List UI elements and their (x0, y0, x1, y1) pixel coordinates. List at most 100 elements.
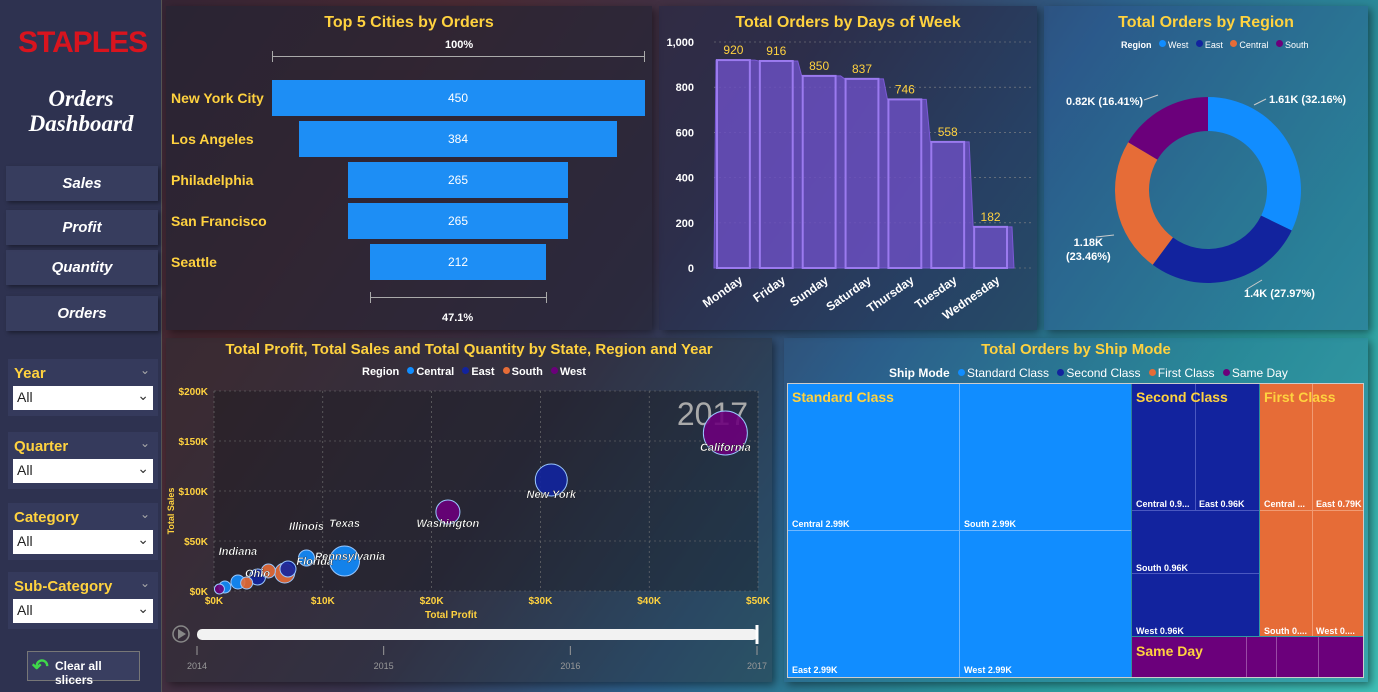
funnel-bottom-tick-right (546, 292, 547, 303)
days-category-label: Monday (700, 273, 745, 311)
days-value-label: 850 (809, 59, 829, 73)
legend-first: First Class (1157, 366, 1215, 380)
days-value-label: 558 (938, 125, 958, 139)
days-category-label: Friday (750, 273, 788, 305)
treemap-divider (1132, 573, 1259, 574)
scatter-point-label: Texas (329, 518, 360, 530)
legend-standard: Standard Class (967, 366, 1050, 380)
funnel-bar[interactable]: 265 (348, 203, 568, 239)
play-axis-year: 2017 (747, 661, 767, 671)
funnel-bar[interactable]: 450 (271, 80, 645, 116)
treemap-divider (1246, 637, 1247, 677)
scatter-ytick: $200K (179, 387, 209, 398)
sub-category-slicer-label: Sub-Category (14, 578, 113, 595)
funnel-bar[interactable]: 212 (370, 244, 546, 280)
top-cities-title: Top 5 Cities by Orders (324, 14, 494, 31)
scatter-xtick: $50K (746, 596, 771, 607)
legend-east: East (471, 366, 495, 378)
donut-label-west: 1.61K (32.16%) (1269, 94, 1347, 106)
play-triangle-icon (178, 629, 186, 639)
donut-label-central-pct: (23.46%) (1066, 251, 1111, 263)
funnel-bottom-tick-left (370, 292, 371, 303)
scatter-ytick: $50K (184, 537, 209, 548)
region-title: Total Orders by Region (1118, 14, 1294, 31)
donut-slice-central (1115, 142, 1173, 265)
legend-dot (1195, 40, 1203, 47)
year-dropdown[interactable]: All ⌄ (13, 386, 153, 410)
scatter-title: Total Profit, Total Sales and Total Quan… (225, 341, 713, 358)
scatter-ytick: $0K (190, 587, 209, 598)
scatter-xtick: $10K (311, 596, 336, 607)
sidebar: STAPLES Orders Dashboard Sales Profit Qu… (0, 0, 162, 692)
year-slicer: Year ⌄ All ⌄ (8, 359, 158, 416)
region-legend-title: Region (1121, 40, 1152, 50)
clear-slicers-button[interactable]: ↶ Clear all slicers (27, 651, 140, 687)
legend-dot (958, 369, 966, 376)
funnel-top-tick-right (644, 51, 645, 62)
sub-category-dropdown[interactable]: All ⌄ (13, 599, 153, 623)
chevron-down-icon[interactable]: ⌄ (140, 363, 150, 377)
treemap-sec-central: Central 0.9... (1136, 499, 1190, 509)
legend-dot (1159, 40, 1167, 47)
treemap-fst-east: East 0.79K (1316, 499, 1362, 509)
treemap-divider (1318, 637, 1319, 677)
treemap-second-header: Second Class (1136, 389, 1228, 405)
scatter-chart: $0K $10K $20K $30K $40K $50K$0K$50K$100K$150K… (166, 387, 771, 671)
legend-dot (1275, 40, 1283, 47)
category-value: All (17, 533, 33, 549)
category-dropdown[interactable]: All ⌄ (13, 530, 153, 554)
days-value-label: 837 (852, 62, 872, 76)
funnel-bar[interactable]: 384 (298, 121, 618, 157)
nav-quantity-button[interactable]: Quantity (6, 250, 158, 285)
staples-logo: STAPLES (18, 26, 148, 59)
treemap-same-day-header: Same Day (1136, 643, 1203, 659)
legend-same: Same Day (1231, 366, 1288, 380)
days-category-label: Thursday (864, 273, 917, 316)
legend-dot (1148, 369, 1156, 376)
nav-profit-button[interactable]: Profit (6, 210, 158, 245)
chevron-down-icon[interactable]: ⌄ (140, 507, 150, 521)
legend-west: West (559, 366, 586, 378)
days-value-label: 182 (981, 210, 1001, 224)
donut-label-central-value: 1.18K (1073, 237, 1103, 249)
shipmode-legend: Ship Mode Standard Class Second Class Fi… (889, 366, 1288, 380)
donut-label-central: 1.18K (23.46%) (1066, 236, 1111, 264)
quarter-dropdown[interactable]: All ⌄ (13, 459, 153, 483)
scatter-point-label: Florida (296, 556, 333, 568)
treemap-divider (1276, 637, 1277, 677)
funnel-city-label: San Francisco (171, 213, 267, 229)
funnel-top-percent: 100% (445, 39, 474, 51)
chevron-down-icon[interactable]: ⌄ (140, 576, 150, 590)
legend-west: West (1168, 40, 1189, 50)
days-ytick: 600 (676, 127, 694, 139)
scatter-xtick: $20K (420, 596, 445, 607)
treemap-first-header: First Class (1264, 389, 1336, 405)
treemap-fst-central: Central ... (1264, 499, 1306, 509)
shipmode-title: Total Orders by Ship Mode (981, 341, 1171, 358)
chevron-down-icon: ⌄ (137, 460, 149, 476)
chevron-down-icon: ⌄ (137, 531, 149, 547)
funnel-city-label: Seattle (171, 254, 217, 270)
scatter-xtick: $40K (637, 596, 662, 607)
days-value-label: 916 (766, 44, 786, 58)
treemap: Standard Class Central 2.99K South 2.99K… (787, 383, 1364, 678)
scatter-ytick: $150K (179, 437, 209, 448)
legend-dot (462, 367, 470, 374)
legend-dot (502, 367, 510, 374)
scatter-point-label: Illinois (289, 521, 324, 533)
play-axis-track (197, 629, 758, 640)
legend-dot (1057, 369, 1065, 376)
play-axis-year: 2015 (374, 661, 394, 671)
legend-second: Second Class (1066, 366, 1141, 380)
treemap-standard-header: Standard Class (792, 389, 894, 405)
funnel-bar[interactable]: 265 (348, 162, 568, 198)
treemap-sec-west: West 0.96K (1136, 626, 1184, 636)
treemap-divider (788, 530, 1131, 531)
legend-dot (407, 367, 415, 374)
scatter-point-label: California (700, 442, 751, 454)
nav-sales-button[interactable]: Sales (6, 166, 158, 201)
nav-orders-button[interactable]: Orders (6, 296, 158, 331)
chevron-down-icon[interactable]: ⌄ (140, 436, 150, 450)
donut-label-east: 1.4K (27.97%) (1244, 288, 1315, 300)
dashboard-title-line1: Orders (48, 86, 114, 111)
